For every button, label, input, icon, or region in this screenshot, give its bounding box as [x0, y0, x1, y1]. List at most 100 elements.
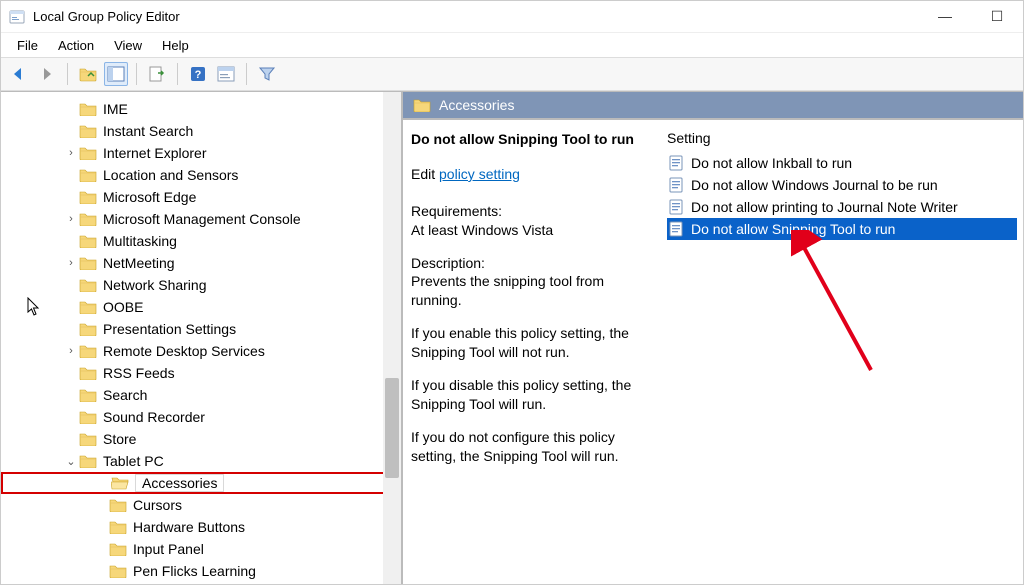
tree-item-netmeeting[interactable]: › NetMeeting [1, 252, 401, 274]
export-button[interactable] [145, 62, 169, 86]
toolbar: ? [1, 57, 1023, 91]
requirements-label: Requirements: [411, 203, 502, 219]
tree-item-label: IME [103, 101, 128, 117]
folder-icon [79, 124, 97, 138]
description-label: Description: [411, 255, 485, 271]
tree-item-label: Location and Sensors [103, 167, 238, 183]
settings-column-header[interactable]: Setting [667, 130, 1017, 146]
tree-item-label: Microsoft Management Console [103, 211, 301, 227]
expander-icon[interactable]: › [63, 213, 79, 225]
folder-icon [79, 410, 97, 424]
tree-item-tablet-pc[interactable]: ⌄Tablet PC [1, 450, 401, 472]
description-value: Prevents the snipping tool from running. [411, 273, 604, 308]
window-title: Local Group Policy Editor [33, 9, 931, 24]
maximize-button[interactable]: ☐ [983, 8, 1011, 25]
tree-item-label: Pen Flicks Learning [133, 563, 256, 579]
folder-icon [109, 520, 127, 534]
policy-title: Do not allow Snipping Tool to run [411, 130, 653, 149]
setting-row[interactable]: Do not allow Windows Journal to be run [667, 174, 1017, 196]
folder-icon [79, 234, 97, 248]
tree-item-label: Multitasking [103, 233, 177, 249]
cursor-icon [27, 297, 43, 317]
tree-item-label: RSS Feeds [103, 365, 175, 381]
folder-icon [109, 564, 127, 578]
filter-button[interactable] [255, 62, 279, 86]
back-button[interactable] [7, 62, 31, 86]
tree-item-pen-flicks-learning[interactable]: Pen Flicks Learning [1, 560, 401, 582]
titlebar: Local Group Policy Editor — ☐ [1, 1, 1023, 33]
forward-button[interactable] [35, 62, 59, 86]
expander-icon[interactable]: › [63, 257, 79, 269]
folder-icon [79, 168, 97, 182]
minimize-button[interactable]: — [931, 8, 959, 25]
tree-scrollbar[interactable] [383, 92, 401, 584]
setting-label: Do not allow Inkball to run [691, 155, 852, 171]
tree-item-label: Input Panel [133, 541, 204, 557]
tree-item-rss-feeds[interactable]: RSS Feeds [1, 362, 401, 384]
right-pane-title: Accessories [439, 97, 514, 113]
up-button[interactable] [76, 62, 100, 86]
tree-item-instant-search[interactable]: Instant Search [1, 120, 401, 142]
policy-icon [669, 199, 685, 215]
folder-icon [109, 542, 127, 556]
tree-item-network-sharing[interactable]: Network Sharing [1, 274, 401, 296]
folder-icon [79, 432, 97, 446]
app-icon [9, 9, 25, 25]
tree-item-store[interactable]: Store [1, 428, 401, 450]
menu-file[interactable]: File [7, 36, 48, 55]
folder-icon [109, 498, 127, 512]
properties-button[interactable] [214, 62, 238, 86]
folder-icon [79, 300, 97, 314]
tree-item-label: Store [103, 431, 136, 447]
tree-item-accessories[interactable]: Accessories [1, 472, 401, 494]
menu-view[interactable]: View [104, 36, 152, 55]
show-hide-tree-button[interactable] [104, 62, 128, 86]
folder-icon [413, 98, 431, 112]
tree-item-internet-explorer[interactable]: › Internet Explorer [1, 142, 401, 164]
folder-icon [79, 102, 97, 116]
expander-icon[interactable]: ⌄ [63, 455, 79, 468]
tree-item-cursors[interactable]: Cursors [1, 494, 401, 516]
setting-row[interactable]: Do not allow Inkball to run [667, 152, 1017, 174]
folder-icon [79, 454, 97, 468]
folder-icon [79, 190, 97, 204]
folder-icon [79, 344, 97, 358]
policy-paragraph-3: If you do not configure this policy sett… [411, 428, 653, 466]
policy-detail-pane: Do not allow Snipping Tool to run Edit p… [403, 120, 661, 584]
folder-icon [79, 322, 97, 336]
tree-item-location-and-sensors[interactable]: Location and Sensors [1, 164, 401, 186]
tree-item-label: Network Sharing [103, 277, 207, 293]
tree-item-multitasking[interactable]: Multitasking [1, 230, 401, 252]
edit-policy-link[interactable]: policy setting [439, 166, 520, 182]
setting-row[interactable]: Do not allow printing to Journal Note Wr… [667, 196, 1017, 218]
tree-item-input-panel[interactable]: Input Panel [1, 538, 401, 560]
tree-item-label: Search [103, 387, 147, 403]
tree-item-hardware-buttons[interactable]: Hardware Buttons [1, 516, 401, 538]
menu-action[interactable]: Action [48, 36, 104, 55]
policy-icon [669, 155, 685, 171]
policy-icon [669, 221, 685, 237]
tree-item-microsoft-management-console[interactable]: › Microsoft Management Console [1, 208, 401, 230]
tree-item-oobe[interactable]: OOBE [1, 296, 401, 318]
tree-item-label: Microsoft Edge [103, 189, 196, 205]
expander-icon[interactable]: › [63, 147, 79, 159]
right-pane-header: Accessories [403, 92, 1023, 120]
setting-label: Do not allow printing to Journal Note Wr… [691, 199, 958, 215]
tree-item-label: NetMeeting [103, 255, 175, 271]
tree-item-sound-recorder[interactable]: Sound Recorder [1, 406, 401, 428]
expander-icon[interactable]: › [63, 345, 79, 357]
folder-icon [111, 476, 129, 490]
help-button[interactable]: ? [186, 62, 210, 86]
tree-item-label: Instant Search [103, 123, 193, 139]
folder-icon [79, 146, 97, 160]
settings-list-pane: Setting Do not allow Inkball to run Do no… [661, 120, 1023, 584]
tree-item-label: Presentation Settings [103, 321, 236, 337]
tree-item-label: Internet Explorer [103, 145, 207, 161]
tree-item-search[interactable]: Search [1, 384, 401, 406]
tree-item-ime[interactable]: IME [1, 98, 401, 120]
tree-item-presentation-settings[interactable]: Presentation Settings [1, 318, 401, 340]
tree-item-label: Sound Recorder [103, 409, 205, 425]
tree-item-remote-desktop-services[interactable]: ›Remote Desktop Services [1, 340, 401, 362]
tree-item-microsoft-edge[interactable]: Microsoft Edge [1, 186, 401, 208]
menu-help[interactable]: Help [152, 36, 199, 55]
